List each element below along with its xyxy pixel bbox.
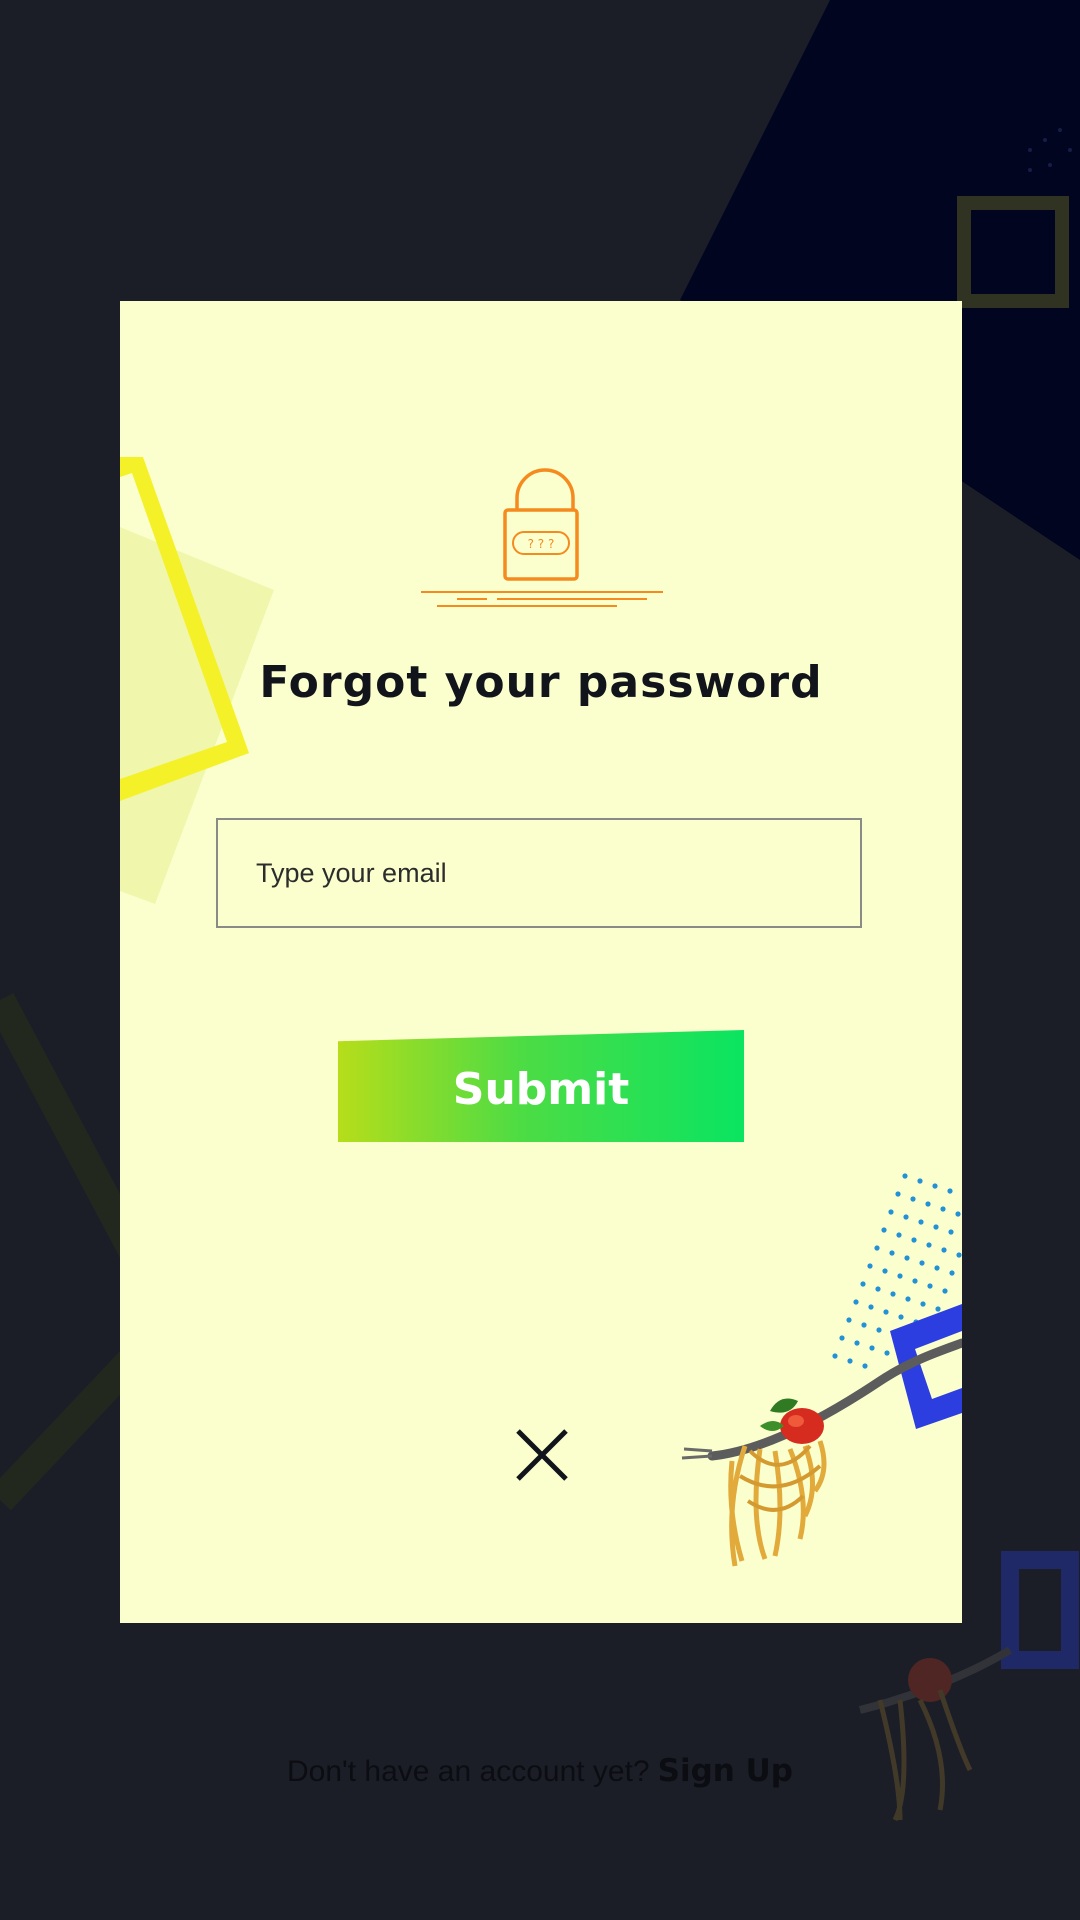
forgot-password-modal: ? ? ? Forgot your password Submit [120, 301, 962, 1623]
signup-prompt-text: Don't have an account yet? [286, 1755, 650, 1788]
close-icon[interactable] [514, 1427, 570, 1483]
submit-button[interactable]: Submit [338, 1030, 744, 1142]
email-input[interactable] [218, 857, 860, 889]
email-field[interactable] [216, 818, 862, 928]
lock-icon: ? ? ? [417, 454, 667, 614]
signup-prompt: Don't have an account yet? Sign Up [0, 1753, 1080, 1789]
page-title: Forgot your password [259, 657, 823, 708]
signup-link[interactable]: Sign Up [658, 1753, 793, 1789]
submit-button-label: Submit [452, 1063, 630, 1115]
svg-text:? ? ?: ? ? ? [528, 537, 555, 551]
